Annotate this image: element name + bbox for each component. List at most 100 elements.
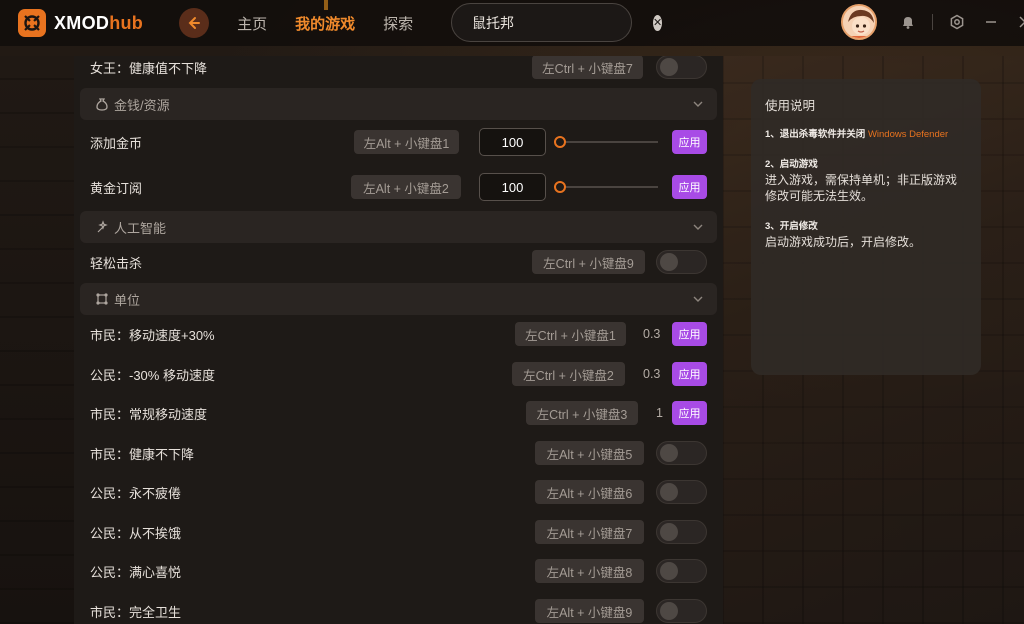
nav-my-games[interactable]: 我的游戏 [295,13,355,34]
apply-button[interactable]: 应用 [672,401,707,425]
hotkey-badge[interactable]: 左Ctrl + 小键盘7 [532,56,643,79]
mod-row: 市民：常规移动速度 左Ctrl + 小键盘3 1 应用 [74,393,723,433]
slider-thumb[interactable] [554,181,566,193]
toggle-knob [660,562,678,580]
mod-label: 黄金订阅 [90,180,143,196]
step-title: 2、启动游戏 [765,159,818,170]
mod-row: 公民：从不挨饿 左Alt + 小键盘7 [74,512,723,552]
slider-track [560,186,658,188]
mod-row: 女王：健康值不下降 左Ctrl + 小键盘7 [74,56,723,87]
toggle-knob [660,253,678,271]
mod-value: 0.3 [643,327,661,341]
value-input[interactable]: 100 [479,173,546,201]
search-input[interactable] [472,14,653,31]
window-controls [898,12,1024,32]
top-bar: XMODhub 主页 我的游戏 探索 ✕ [0,0,1024,46]
mod-toggle[interactable] [656,480,707,504]
mod-row: 公民：永不疲倦 左Alt + 小键盘6 [74,472,723,512]
section-title: 金钱/资源 [114,97,170,113]
clear-search-icon[interactable]: ✕ [653,14,663,31]
chevron-down-icon [693,101,703,107]
section-title: 单位 [114,292,141,308]
slider-track [560,141,658,143]
hotkey-badge[interactable]: 左Alt + 小键盘5 [535,441,644,465]
notification-bell-icon[interactable] [898,12,918,32]
user-avatar[interactable] [841,4,877,40]
mod-label: 轻松击杀 [90,255,143,271]
minimize-icon[interactable] [981,12,1001,32]
logo-text: XMODhub [54,13,143,34]
mod-toggle[interactable] [656,56,707,79]
mod-row: 市民：完全卫生 左Alt + 小键盘9 [74,591,723,624]
nav-home[interactable]: 主页 [237,13,267,34]
close-icon[interactable] [1015,12,1024,32]
toggle-knob [660,602,678,620]
back-button[interactable] [179,8,210,38]
hotkey-badge[interactable]: 左Ctrl + 小键盘2 [512,362,625,386]
step-title: 1、退出杀毒软件并关闭 Windows Defender [765,128,967,142]
value-input[interactable]: 100 [479,128,546,156]
apply-button[interactable]: 应用 [672,362,707,386]
settings-icon[interactable] [947,12,967,32]
mod-label: 添加金币 [90,135,143,151]
decor-glow [324,0,328,10]
mod-label: 公民：从不挨饿 [90,525,182,541]
mod-toggle[interactable] [656,559,707,583]
apply-button[interactable]: 应用 [672,130,707,154]
value-slider[interactable] [554,181,658,193]
unit-nodes-icon [94,291,110,307]
section-money[interactable]: 金钱/资源 [80,88,717,120]
mod-toggle[interactable] [656,250,707,274]
section-title: 人工智能 [114,220,167,236]
mod-label: 市民：常规移动速度 [90,406,208,422]
mod-label: 市民：健康不下降 [90,446,195,462]
hotkey-badge[interactable]: 左Ctrl + 小键盘1 [515,322,626,346]
step-title: 3、开启修改 [765,221,818,232]
mod-toggle[interactable] [656,599,707,623]
toggle-knob [660,58,678,76]
mod-toggle[interactable] [656,441,707,465]
mod-row: 公民：满心喜悦 左Alt + 小键盘8 [74,551,723,591]
hotkey-badge[interactable]: 左Alt + 小键盘1 [354,130,459,154]
mod-value: 1 [656,406,663,420]
main-nav: 主页 我的游戏 探索 [237,13,441,34]
info-step: 3、开启修改 启动游戏成功后，开启修改。 [765,220,967,250]
money-bag-icon [94,96,110,112]
hotkey-badge[interactable]: 左Ctrl + 小键盘9 [532,250,645,274]
left-backdrop [0,56,74,624]
hotkey-badge[interactable]: 左Ctrl + 小键盘3 [526,401,638,425]
toggle-knob [660,523,678,541]
usage-instructions-card: 使用说明 1、退出杀毒软件并关闭 Windows Defender 2、启动游戏… [751,79,981,375]
hotkey-badge[interactable]: 左Alt + 小键盘9 [535,599,644,623]
apply-button[interactable]: 应用 [672,322,707,346]
hotkey-badge[interactable]: 左Alt + 小键盘6 [535,480,644,504]
back-arrow-icon [188,17,201,29]
hotkey-badge[interactable]: 左Alt + 小键盘7 [535,520,644,544]
mod-row: 添加金币 左Alt + 小键盘1 100 应用 [74,122,723,162]
mod-label: 公民：满心喜悦 [90,564,182,580]
divider [932,14,933,30]
mod-toggle[interactable] [656,520,707,544]
toggle-knob [660,483,678,501]
apply-button[interactable]: 应用 [672,175,707,199]
mod-label: 女王：健康值不下降 [90,60,208,76]
section-unit[interactable]: 单位 [80,283,717,315]
section-ai[interactable]: 人工智能 [80,211,717,243]
slider-thumb[interactable] [554,136,566,148]
mod-row: 轻松击杀 左Ctrl + 小键盘9 [74,242,723,282]
logo[interactable]: XMODhub [18,9,143,37]
info-step: 1、退出杀毒软件并关闭 Windows Defender [765,128,967,142]
step-description: 进入游戏，需保持单机；非正版游戏修改可能无法生效。 [765,173,958,203]
ai-sparkle-icon [94,219,110,235]
hotkey-badge[interactable]: 左Alt + 小键盘8 [535,559,644,583]
nav-explore[interactable]: 探索 [383,13,413,34]
step-warning: Windows Defender [867,129,949,140]
info-title: 使用说明 [765,99,816,113]
mod-list-panel: 女王：健康值不下降 左Ctrl + 小键盘7 金钱/资源 添加金币 左Alt +… [74,56,723,624]
hotkey-badge[interactable]: 左Alt + 小键盘2 [351,175,461,199]
mod-label: 公民：-30% 移动速度 [90,367,215,383]
value-slider[interactable] [554,136,658,148]
step-description: 启动游戏成功后，开启修改。 [765,235,922,249]
mod-row: 黄金订阅 左Alt + 小键盘2 100 应用 [74,167,723,207]
mod-row: 公民：-30% 移动速度 左Ctrl + 小键盘2 0.3 应用 [74,354,723,394]
